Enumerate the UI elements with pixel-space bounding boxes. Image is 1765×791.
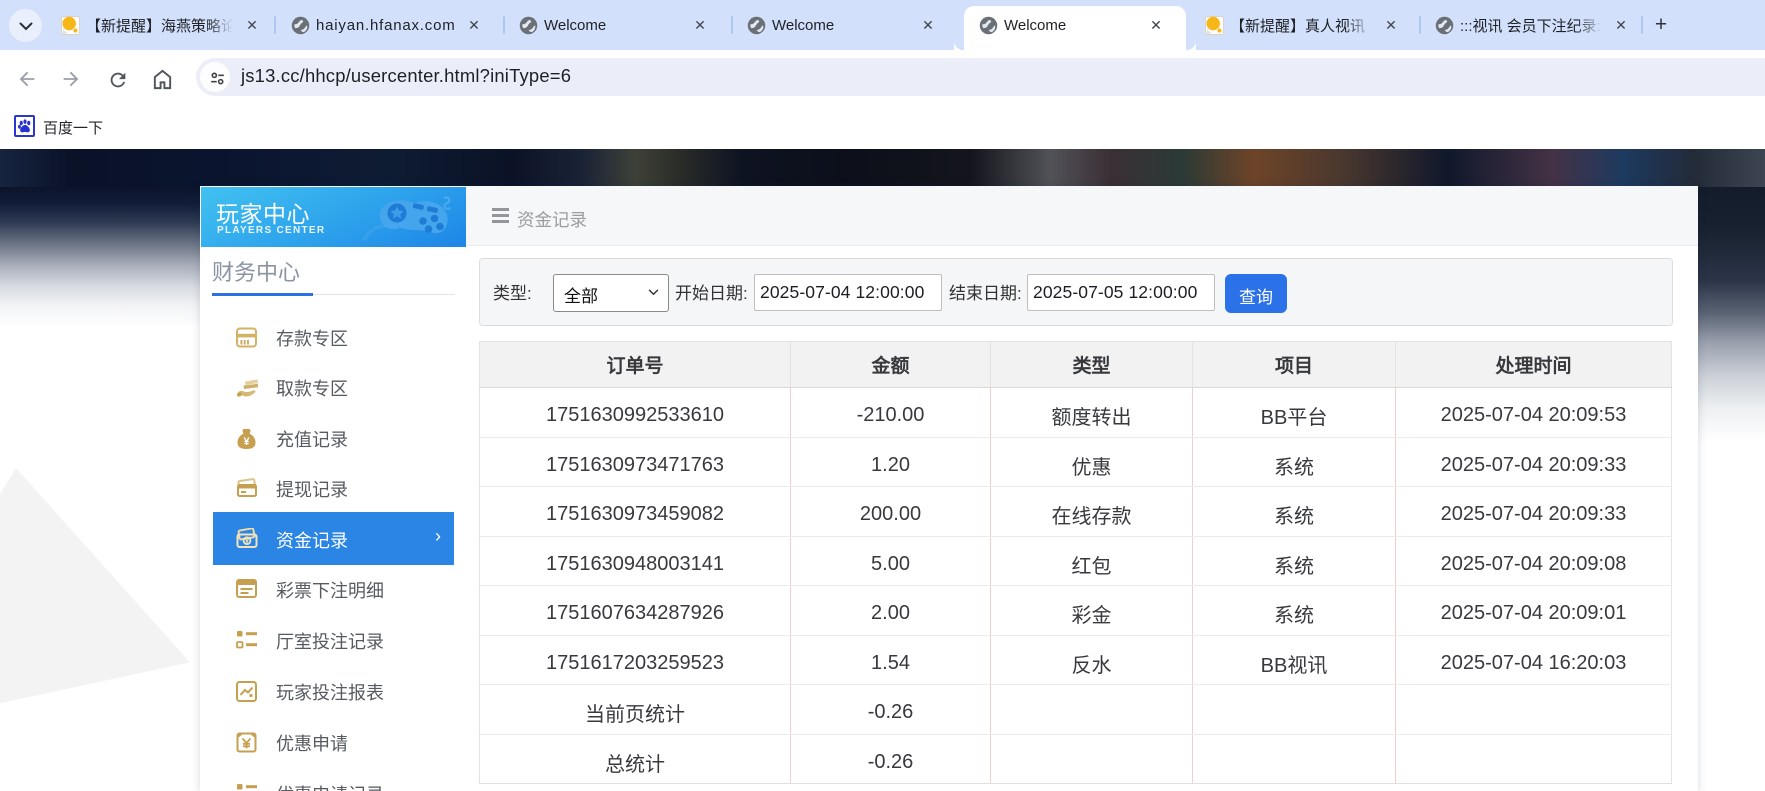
svg-text:¥: ¥ (243, 436, 250, 448)
